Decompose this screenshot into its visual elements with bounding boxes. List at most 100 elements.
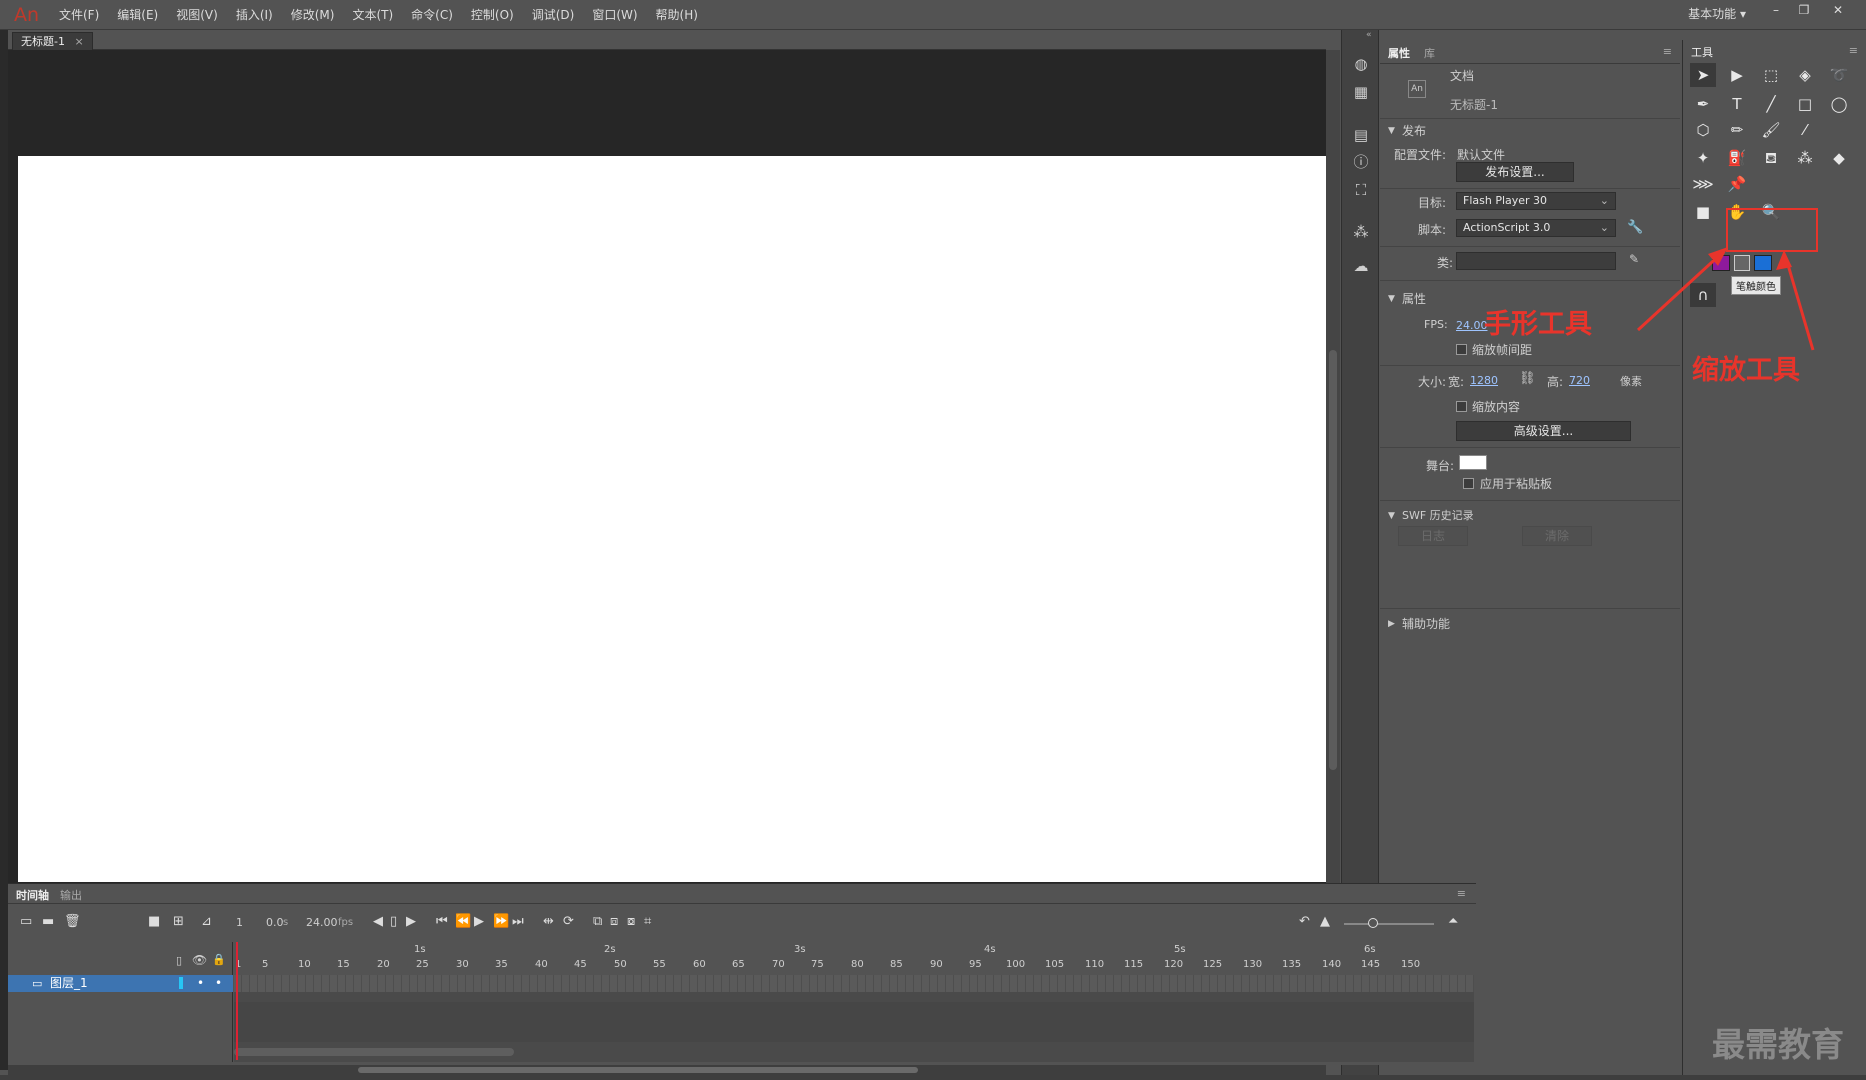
- pencil-tool-icon[interactable]: ✏: [1724, 118, 1750, 142]
- menu-debug[interactable]: 调试(D): [523, 0, 584, 30]
- panel-menu-icon[interactable]: ≡: [1663, 45, 1672, 58]
- scroll-thumb[interactable]: [358, 1067, 918, 1073]
- brush-tool-icon[interactable]: 🖌: [1758, 118, 1784, 142]
- selection-tool-icon[interactable]: ➤: [1690, 63, 1716, 87]
- frame-area[interactable]: 1s 2s 3s 4s 5s 6s 1 5 10 15 20 25 30 35 …: [234, 942, 1474, 1062]
- subselection-tool-icon[interactable]: ▶: [1724, 63, 1750, 87]
- menu-view[interactable]: 视图(V): [167, 0, 227, 30]
- modify-markers-icon[interactable]: ⌗: [644, 914, 651, 929]
- swatches-panel-icon[interactable]: ▦: [1351, 82, 1371, 102]
- graph-icon[interactable]: ⊿: [201, 914, 212, 929]
- swf-history-header[interactable]: SWF 历史记录: [1402, 507, 1474, 523]
- close-window-button[interactable]: ✕: [1824, 0, 1852, 22]
- insert-keyframe-icon[interactable]: ▯: [390, 914, 397, 929]
- width-value[interactable]: 1280: [1470, 374, 1498, 387]
- eye-icon[interactable]: 👁: [192, 953, 207, 967]
- ink-bottle-tool-icon[interactable]: ⛾: [1758, 146, 1784, 170]
- menu-window[interactable]: 窗口(W): [583, 0, 646, 30]
- height-value[interactable]: 720: [1569, 374, 1590, 387]
- camera-tool-icon[interactable]: ■: [1690, 200, 1716, 224]
- camera-icon[interactable]: ■: [148, 914, 160, 929]
- panel-menu-icon[interactable]: ≡: [1457, 887, 1466, 900]
- vertical-scrollbar[interactable]: [1326, 50, 1340, 883]
- edit-multiple-icon[interactable]: ⧇: [627, 914, 635, 929]
- zoom-out-icon[interactable]: ▲: [1320, 914, 1330, 929]
- lock-icon[interactable]: 🔒: [212, 953, 226, 966]
- empty-frame-area[interactable]: [234, 1002, 1474, 1042]
- advanced-settings-button[interactable]: 高级设置...: [1456, 421, 1631, 441]
- menu-control[interactable]: 控制(O): [462, 0, 523, 30]
- horizontal-scrollbar[interactable]: [8, 1065, 1326, 1075]
- elapsed-time[interactable]: 0.0: [266, 916, 284, 929]
- accessibility-header[interactable]: 辅助功能: [1402, 615, 1450, 632]
- target-select[interactable]: Flash Player 30 ⌄: [1456, 192, 1616, 210]
- collapse-icon[interactable]: «: [1366, 30, 1372, 40]
- tab-output[interactable]: 输出: [60, 887, 82, 903]
- tab-library[interactable]: 库: [1424, 45, 1435, 61]
- menu-edit[interactable]: 编辑(E): [108, 0, 167, 30]
- delete-layer-icon[interactable]: 🗑: [64, 914, 81, 929]
- step-forward-icon[interactable]: ⏩: [493, 914, 509, 929]
- new-layer-icon[interactable]: ▭: [20, 914, 32, 929]
- prev-keyframe-icon[interactable]: ◀: [373, 914, 383, 929]
- timeline-scroll-thumb[interactable]: [234, 1048, 514, 1056]
- clear-button[interactable]: 清除: [1522, 526, 1592, 546]
- play-icon[interactable]: ▶: [474, 914, 484, 929]
- zoom-slider[interactable]: [1344, 923, 1434, 925]
- current-frame[interactable]: 1: [236, 916, 243, 929]
- zoom-in-icon[interactable]: ⏶: [1448, 914, 1458, 929]
- step-back-icon[interactable]: ⏪: [455, 914, 471, 929]
- tab-timeline[interactable]: 时间轴: [16, 887, 49, 903]
- fps-value[interactable]: 24.00: [1456, 319, 1488, 332]
- layer-parenting-icon[interactable]: ⊞: [173, 914, 184, 929]
- last-frame-icon[interactable]: ⏭: [512, 914, 524, 929]
- apply-pasteboard-checkbox[interactable]: [1463, 478, 1474, 489]
- asset-warp-tool-icon[interactable]: 📌: [1724, 172, 1750, 196]
- close-tab-icon[interactable]: ×: [74, 35, 83, 48]
- menu-modify[interactable]: 修改(M): [282, 0, 344, 30]
- panel-menu-icon[interactable]: ≡: [1849, 44, 1858, 57]
- publish-expand-icon[interactable]: ▼: [1388, 126, 1395, 136]
- lock-dot[interactable]: •: [215, 975, 222, 992]
- minimize-button[interactable]: –: [1762, 0, 1790, 22]
- outline-icon[interactable]: ▯: [176, 954, 182, 967]
- info-panel-icon[interactable]: ⓘ: [1351, 152, 1371, 172]
- log-button[interactable]: 日志: [1398, 526, 1468, 546]
- cc-libraries-icon[interactable]: ☁: [1351, 256, 1371, 276]
- playhead[interactable]: [236, 942, 238, 1060]
- eyedropper-tool-icon[interactable]: ⁂: [1792, 146, 1818, 170]
- next-keyframe-icon[interactable]: ▶: [406, 914, 416, 929]
- rectangle-tool-icon[interactable]: □: [1792, 92, 1818, 116]
- properties-header[interactable]: 属性: [1402, 290, 1426, 307]
- motion-presets-icon[interactable]: ⁂: [1351, 222, 1371, 242]
- menu-commands[interactable]: 命令(C): [402, 0, 462, 30]
- new-folder-icon[interactable]: ▬: [42, 914, 54, 929]
- bone-tool-icon[interactable]: ✦: [1690, 146, 1716, 170]
- line-tool-icon[interactable]: ╱: [1758, 92, 1784, 116]
- stage-canvas[interactable]: [18, 156, 1326, 882]
- align-panel-icon[interactable]: ▤: [1351, 125, 1371, 145]
- menu-file[interactable]: 文件(F): [50, 0, 108, 30]
- scroll-thumb[interactable]: [1329, 350, 1337, 770]
- text-tool-icon[interactable]: T: [1724, 92, 1750, 116]
- menu-insert[interactable]: 插入(I): [227, 0, 282, 30]
- color-panel-icon[interactable]: ◍: [1351, 54, 1371, 74]
- publish-settings-button[interactable]: 发布设置...: [1456, 162, 1574, 182]
- width-tool-icon[interactable]: ⋙: [1690, 172, 1716, 196]
- publish-header[interactable]: 发布: [1402, 122, 1426, 139]
- paint-bucket-tool-icon[interactable]: ⛽: [1724, 146, 1750, 170]
- oval-tool-icon[interactable]: ◯: [1826, 92, 1852, 116]
- menu-help[interactable]: 帮助(H): [647, 0, 707, 30]
- link-icon[interactable]: ⛓: [1519, 371, 1536, 386]
- restore-button[interactable]: ❐: [1790, 0, 1818, 22]
- onion-outline-icon[interactable]: ⧈: [610, 914, 618, 929]
- document-tab[interactable]: 无标题-1 ×: [12, 32, 93, 50]
- lasso-tool-icon[interactable]: ➰: [1826, 63, 1852, 87]
- layer-row[interactable]: ▭ 图层_1 • •: [8, 975, 233, 992]
- center-frame-icon[interactable]: ⇹: [543, 914, 554, 929]
- properties-expand-icon[interactable]: ▼: [1388, 294, 1395, 304]
- undo-icon[interactable]: ↶: [1299, 914, 1310, 929]
- frame-row[interactable]: [234, 975, 1474, 992]
- workspace-switcher[interactable]: 基本功能 ▾: [1688, 0, 1746, 28]
- layer-color-tag[interactable]: [179, 977, 183, 989]
